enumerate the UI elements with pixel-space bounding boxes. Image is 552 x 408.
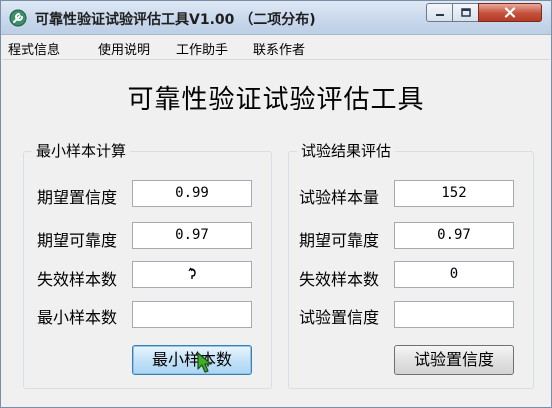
expected-confidence-label: 期望置信度 [37,188,118,207]
menu-work-assistant[interactable]: 工作助手 [176,39,228,58]
test-confidence-label: 试验置信度 [299,308,380,327]
min-sample-group-title: 最小样本计算 [32,140,131,161]
menu-program-info[interactable]: 程式信息 [8,39,60,58]
app-heading: 可靠性验证试验评估工具 [127,85,425,115]
mouse-pointer-icon [197,352,212,373]
test-confidence-button[interactable]: 试验置信度 [394,345,514,375]
expected-reliability-label: 期望可靠度 [37,231,118,250]
evaluation-group-title: 试验结果评估 [297,140,396,161]
minimize-button[interactable] [426,3,453,22]
close-button[interactable] [478,3,542,22]
app-window: 可靠性验证试验评估工具V1.00 （二项分布) 程式信息 使用说明 工作助手 联… [0,0,552,408]
title-bar[interactable]: 可靠性验证试验评估工具V1.00 （二项分布) [1,1,551,35]
menu-bar: 程式信息 使用说明 工作助手 联系作者 [2,35,550,60]
maximize-button[interactable] [452,3,479,22]
min-sample-button[interactable]: 最小样本数 [132,345,252,375]
failure-count-input[interactable] [132,261,252,288]
test-confidence-output[interactable] [394,301,514,328]
minimize-icon [435,13,444,16]
eval-failure-count-input[interactable]: 0 [394,261,514,288]
test-sample-size-input[interactable]: 152 [394,180,514,207]
eval-expected-reliability-input[interactable]: 0.97 [394,222,514,249]
menu-instructions[interactable]: 使用说明 [98,39,150,58]
window-title: 可靠性验证试验评估工具V1.00 （二项分布) [35,12,316,28]
busy-cursor-icon [188,267,196,279]
eval-expected-reliability-label: 期望可靠度 [299,231,380,250]
expected-reliability-input[interactable]: 0.97 [132,222,252,249]
min-sample-size-output[interactable] [132,301,252,328]
menu-contact-author[interactable]: 联系作者 [253,39,305,58]
min-sample-size-label: 最小样本数 [37,308,118,327]
expected-confidence-input[interactable]: 0.99 [132,180,252,207]
app-wrench-icon [9,9,27,27]
maximize-icon [460,8,471,17]
eval-failure-count-label: 失效样本数 [299,270,380,289]
failure-count-label: 失效样本数 [37,270,118,289]
close-icon [504,7,516,18]
test-sample-size-label: 试验样本量 [299,188,380,207]
